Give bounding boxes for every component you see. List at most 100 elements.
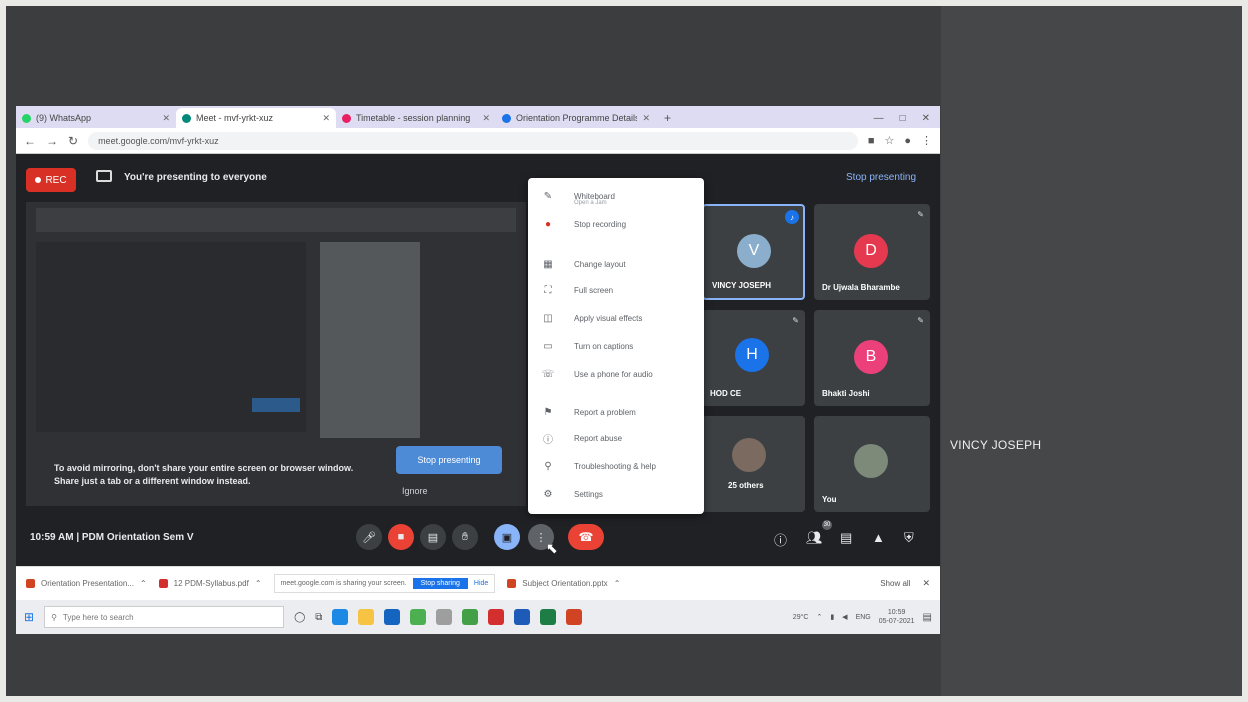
- menu-item-label: Troubleshooting & help: [574, 461, 656, 471]
- close-window-button[interactable]: ✕: [922, 113, 930, 124]
- chevron-up-icon[interactable]: ⌃: [140, 579, 147, 588]
- store-icon[interactable]: [384, 609, 401, 625]
- participant-tile[interactable]: H ✎ HOD CE: [702, 310, 805, 406]
- ppt-icon: [507, 579, 517, 588]
- acrobat-icon[interactable]: [488, 609, 505, 625]
- menu-item-change-layout[interactable]: ▦ Change layout: [528, 254, 704, 274]
- participant-tile[interactable]: 25 others: [702, 416, 805, 512]
- pinned-participant-tile: V: [941, 6, 1242, 696]
- phone-icon: ☏: [541, 368, 555, 380]
- taskbar-search-input[interactable]: ⚲ Type here to search: [44, 606, 285, 628]
- mirrored-button: [252, 398, 300, 412]
- layout-icon: ▦: [543, 258, 553, 270]
- search-icon: ⚲: [51, 612, 57, 622]
- menu-item-phone-audio[interactable]: ☏ Use a phone for audio: [528, 364, 704, 384]
- cortana-icon[interactable]: ◯: [294, 612, 305, 623]
- taskbar-clock[interactable]: 10:59 05-07-2021: [879, 608, 915, 626]
- windows-start-icon[interactable]: ⊞: [24, 610, 34, 624]
- chevron-up-icon[interactable]: ⌃: [255, 579, 262, 588]
- people-icon[interactable]: 👥︎: [806, 530, 823, 546]
- activities-icon[interactable]: ▲: [872, 530, 885, 545]
- weather-text[interactable]: 29°C: [793, 614, 809, 621]
- speaking-icon: ♪: [785, 210, 799, 224]
- record-icon: ●: [544, 218, 552, 230]
- download-item[interactable]: Orientation Presentation... ⌃: [26, 579, 147, 588]
- reload-icon[interactable]: ↻: [68, 134, 78, 148]
- stop-presenting-button[interactable]: Stop presenting: [396, 446, 502, 474]
- captions-icon[interactable]: ▤: [420, 524, 446, 550]
- menu-item-report-abuse[interactable]: ⓘ Report abuse: [528, 428, 704, 448]
- raise-hand-icon[interactable]: ✋︎: [452, 524, 478, 550]
- camera-off-icon[interactable]: ■: [388, 524, 414, 550]
- volume-icon[interactable]: ◀: [842, 613, 847, 621]
- chrome-icon[interactable]: [410, 609, 427, 625]
- url-input[interactable]: meet.google.com/mvf-yrkt-xuz: [88, 131, 858, 150]
- mirroring-warning-line: To avoid mirroring, don't share your ent…: [54, 463, 354, 473]
- photo-frame: V VINCY JOSEPH (9) WhatsApp ✕ Meet - mvf…: [6, 6, 1242, 696]
- tab-orientation[interactable]: Orientation Programme Details ✕: [496, 108, 656, 128]
- menu-item-settings[interactable]: ⚙ Settings: [528, 484, 704, 504]
- new-tab-button[interactable]: +: [656, 108, 679, 128]
- star-icon[interactable]: ☆: [884, 134, 894, 147]
- mic-icon[interactable]: 🎤︎: [356, 524, 382, 550]
- download-name: Orientation Presentation...: [41, 579, 134, 588]
- menu-item-stop-recording[interactable]: ● Stop recording: [528, 214, 704, 234]
- network-icon[interactable]: ▮: [830, 613, 834, 621]
- language-text[interactable]: ENG: [856, 614, 871, 621]
- stop-sharing-button[interactable]: Stop sharing: [412, 578, 468, 589]
- close-icon[interactable]: ✕: [922, 578, 930, 589]
- excel-icon[interactable]: [540, 609, 557, 625]
- forward-icon[interactable]: →: [46, 134, 58, 148]
- maximize-button[interactable]: □: [900, 113, 906, 124]
- chat-icon[interactable]: ▤: [840, 530, 852, 546]
- cursor-icon: ⬉: [546, 540, 558, 556]
- lock-icon[interactable]: ⛨: [904, 530, 914, 546]
- word-icon[interactable]: [514, 609, 531, 625]
- menu-item-visual-effects[interactable]: ◫ Apply visual effects: [528, 308, 704, 328]
- profile-icon[interactable]: ●: [904, 135, 911, 147]
- end-call-button[interactable]: ☎: [568, 524, 604, 550]
- ignore-button[interactable]: Ignore: [402, 486, 428, 496]
- menu-icon[interactable]: ⋮: [921, 134, 932, 147]
- participant-name: VINCY JOSEPH: [712, 281, 771, 290]
- participant-tile[interactable]: D ✎ Dr Ujwala Bharambe: [814, 204, 930, 300]
- edge-icon[interactable]: [332, 609, 349, 625]
- minimize-button[interactable]: —: [874, 113, 884, 124]
- mirroring-warning: To avoid mirroring, don't share your ent…: [54, 462, 353, 488]
- menu-item-captions[interactable]: ▭ Turn on captions: [528, 336, 704, 356]
- camera-icon[interactable]: ■: [868, 135, 875, 147]
- tab-whatsapp[interactable]: (9) WhatsApp ✕: [16, 108, 176, 128]
- menu-item-report-problem[interactable]: ⚑ Report a problem: [528, 402, 704, 422]
- close-icon[interactable]: ✕: [482, 113, 490, 124]
- whatsapp-icon: [22, 113, 31, 123]
- chevron-up-icon[interactable]: ⌃: [816, 613, 822, 621]
- snip-icon[interactable]: [436, 609, 453, 625]
- close-icon[interactable]: ✕: [322, 113, 330, 124]
- avatar: V: [737, 234, 771, 268]
- tab-timetable[interactable]: Timetable - session planning ✕: [336, 108, 496, 128]
- task-view-icon[interactable]: ⧉: [315, 612, 322, 623]
- close-icon[interactable]: ✕: [642, 113, 650, 124]
- stop-presenting-link[interactable]: Stop presenting: [846, 172, 916, 183]
- hide-button[interactable]: Hide: [474, 580, 488, 587]
- show-all-button[interactable]: Show all: [880, 579, 910, 588]
- participant-tile[interactable]: V ♪ VINCY JOSEPH: [702, 204, 805, 300]
- powerpoint-icon[interactable]: [566, 609, 583, 625]
- chrome-alt-icon[interactable]: [462, 609, 479, 625]
- tab-meet[interactable]: Meet - mvf-yrkt-xuz ✕: [176, 108, 336, 128]
- participant-tile[interactable]: B ✎ Bhakti Joshi: [814, 310, 930, 406]
- info-icon[interactable]: ⓘ: [774, 530, 787, 549]
- menu-item-whiteboard[interactable]: ✎ Whiteboard Open a Jam: [528, 186, 704, 207]
- back-icon[interactable]: ←: [24, 134, 36, 148]
- download-item[interactable]: Subject Orientation.pptx ⌃: [507, 579, 620, 588]
- menu-item-full-screen[interactable]: ⛶ Full screen: [528, 280, 704, 300]
- participant-name: You: [822, 495, 837, 504]
- notification-icon[interactable]: ▤: [923, 612, 932, 623]
- explorer-icon[interactable]: [358, 609, 375, 625]
- download-item[interactable]: 12 PDM-Syllabus.pdf ⌃: [158, 579, 262, 588]
- menu-item-troubleshooting[interactable]: ⚲ Troubleshooting & help: [528, 456, 704, 476]
- chevron-up-icon[interactable]: ⌃: [614, 579, 621, 588]
- participant-tile[interactable]: You: [814, 416, 930, 512]
- close-icon[interactable]: ✕: [162, 113, 170, 124]
- present-icon[interactable]: ▣: [494, 524, 520, 550]
